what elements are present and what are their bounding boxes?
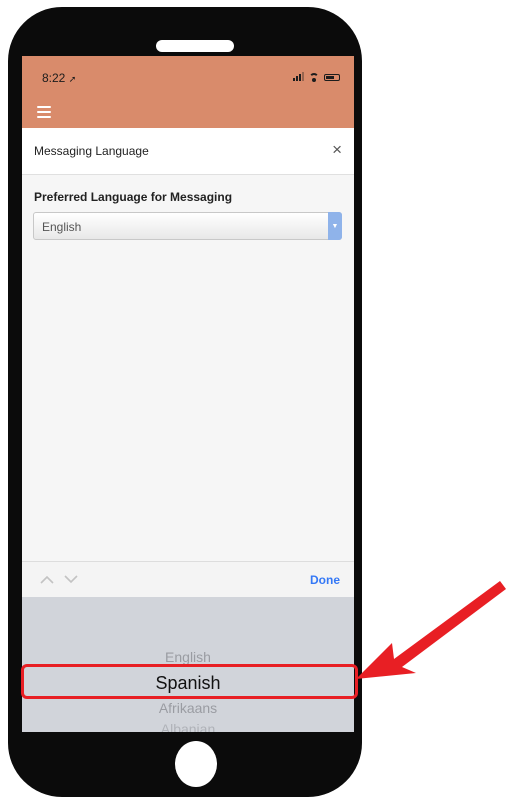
location-arrow-icon: ➚ — [68, 74, 77, 84]
speaker-slot — [156, 40, 234, 52]
selection-highlight-box — [21, 664, 358, 699]
status-time-text: 8:22 — [42, 71, 66, 85]
modal-title: Messaging Language — [34, 144, 149, 158]
picker-option[interactable]: Afrikaans — [22, 700, 354, 716]
close-icon[interactable]: × — [332, 140, 342, 160]
language-select[interactable]: English ▼ — [33, 212, 342, 240]
picker-option[interactable]: Albanian — [22, 721, 354, 732]
wifi-icon — [309, 73, 319, 82]
dropdown-arrow-icon: ▼ — [328, 212, 342, 240]
chevron-down-icon[interactable] — [64, 575, 78, 584]
app-bar — [22, 96, 354, 128]
signal-icon — [293, 72, 304, 81]
status-icons — [293, 72, 340, 82]
chevron-up-icon[interactable] — [40, 575, 54, 584]
status-time: 8:22 ➚ — [42, 71, 76, 85]
hamburger-menu-icon[interactable] — [37, 106, 51, 118]
picker-toolbar: Done — [22, 561, 354, 598]
annotation-arrow-icon — [356, 581, 506, 679]
language-select-value: English — [42, 220, 82, 234]
preferred-language-label: Preferred Language for Messaging — [34, 190, 233, 204]
home-button[interactable] — [175, 741, 217, 787]
picker-option[interactable]: English — [22, 649, 354, 665]
battery-icon — [324, 74, 340, 81]
status-bar: 8:22 ➚ — [22, 56, 354, 96]
done-button[interactable]: Done — [310, 573, 340, 587]
modal-header: Messaging Language × — [22, 128, 354, 175]
phone-screen: 8:22 ➚ Messaging Language × Preferred La… — [22, 56, 354, 732]
